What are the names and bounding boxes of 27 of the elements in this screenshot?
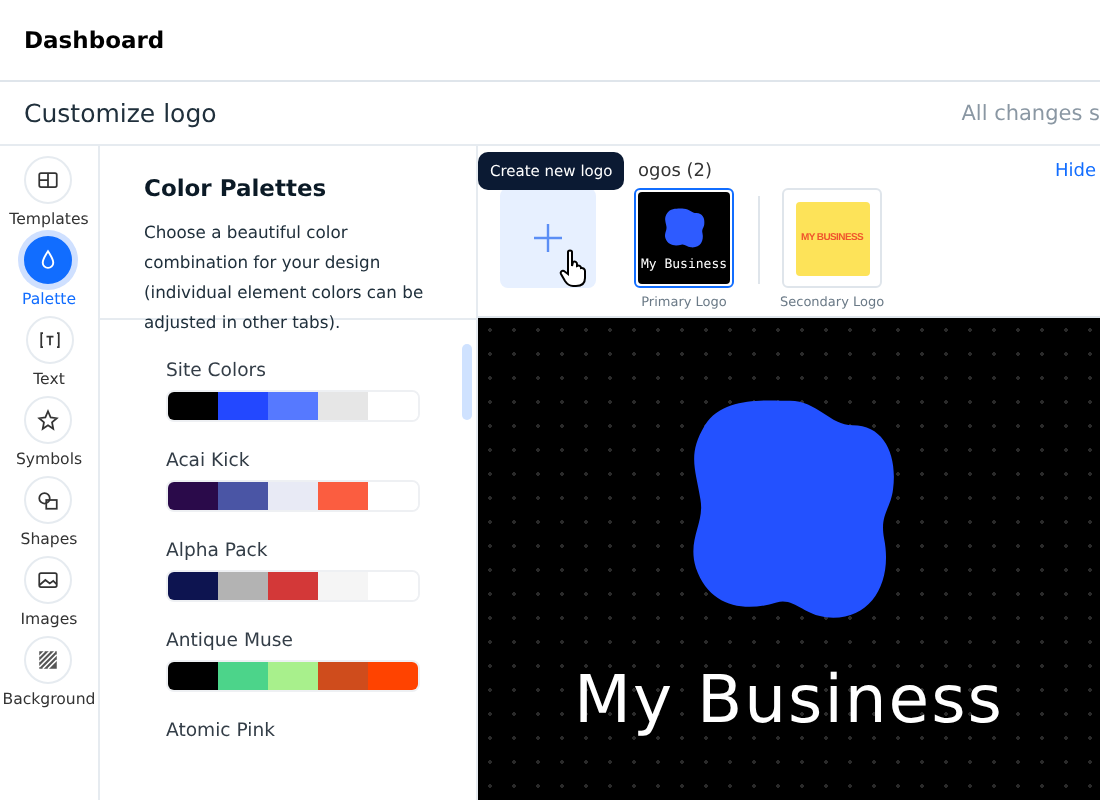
panel-title: Customize logo — [24, 98, 217, 128]
templates-icon[interactable] — [24, 156, 73, 204]
palette-name: Site Colors — [166, 360, 268, 382]
logos-heading: ogos (2) — [638, 162, 713, 182]
section-title: Color Palettes — [144, 174, 329, 202]
hand-cursor-icon — [558, 248, 590, 288]
logo-canvas[interactable]: My Business — [478, 318, 1100, 800]
palette-swatch-bar[interactable] — [166, 480, 420, 512]
palette-swatch-bar[interactable] — [166, 390, 420, 422]
palette-swatch-bar[interactable] — [166, 660, 420, 692]
scrollbar[interactable] — [462, 344, 472, 420]
palette-name: Alpha Pack — [166, 540, 270, 562]
plus-icon — [532, 222, 564, 254]
palette-swatch-bar[interactable] — [166, 570, 420, 602]
page-title: Dashboard — [24, 26, 165, 54]
palette-name: Atomic Pink — [166, 720, 277, 742]
images-icon[interactable] — [24, 556, 73, 604]
shapes-icon[interactable] — [24, 476, 73, 524]
palette-name: Acai Kick — [166, 450, 252, 472]
section-description: Choose a beautiful color combination for your design (individual element colors can be adjusted in other tabs). — [144, 220, 426, 336]
palette-name: Antique Muse — [166, 630, 295, 652]
hide-link[interactable]: Hide — [1054, 162, 1096, 182]
save-status: All changes s — [961, 101, 1100, 125]
blob-icon — [662, 205, 706, 249]
logo-text[interactable]: My Business — [573, 660, 1004, 738]
text-icon[interactable] — [25, 316, 73, 364]
background-icon[interactable] — [24, 636, 73, 684]
